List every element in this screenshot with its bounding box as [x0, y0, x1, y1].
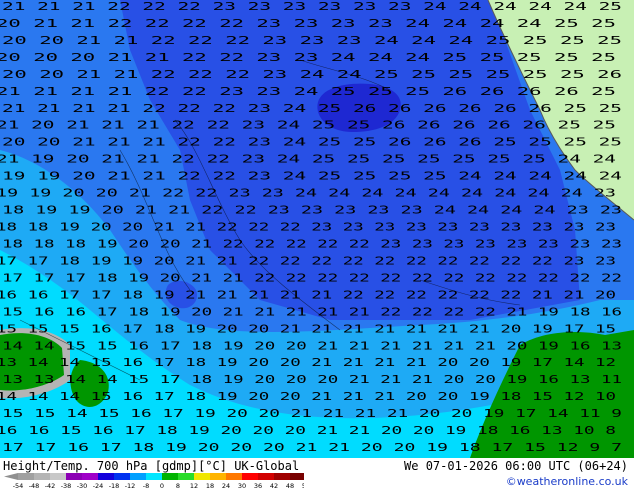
- color-scale-tick-label: 36: [254, 482, 262, 490]
- color-scale-swatch: [290, 473, 304, 480]
- isotherm-label-row: 15 15 14 15 16 17 19 20 20 21 21 21 21 2…: [2, 407, 622, 420]
- color-scale-tick-label: 12: [190, 482, 198, 490]
- weather-map: 21 21 21 22 22 22 23 23 23 23 23 23 24 2…: [0, 0, 634, 458]
- color-scale-swatch: [114, 473, 130, 480]
- color-scale-tick-label: -24: [93, 482, 104, 490]
- isotherm-label-row: 21 19 20 21 21 22 22 23 24 25 25 25 25 2…: [0, 153, 617, 166]
- valid-time: We 07-01-2026 06:00 UTC (06+24): [404, 459, 628, 473]
- color-scale-tick-label: 54: [302, 482, 304, 490]
- isotherm-label-row: 18 19 19 20 21 21 22 22 23 23 23 23 23 2…: [2, 204, 622, 217]
- isotherm-label-row: 15 15 15 16 17 18 19 20 20 21 21 21 21 2…: [0, 322, 616, 335]
- color-scale-swatch: [210, 473, 226, 480]
- color-scale: -54 -48 -42 -38 -30 -24 -18 -12 -8 0 8 12 18 24 30 36 42…: [4, 473, 304, 490]
- color-scale-tick-label: -42: [45, 482, 56, 490]
- color-scale-swatch: [178, 473, 194, 480]
- color-scale-tick-label: 24: [222, 482, 230, 490]
- color-scale-tick-label: -48: [29, 482, 40, 490]
- color-scale-swatch: [162, 473, 178, 480]
- isotherm-label-row: 16 16 15 16 17 18 19 20 20 20 21 21 20 2…: [0, 424, 616, 437]
- isotherm-label-row: 13 14 14 15 16 17 18 19 20 20 21 21 21 2…: [0, 356, 616, 369]
- isotherm-label-row: 21 20 21 21 21 22 22 23 24 25 25 26 26 2…: [0, 119, 616, 132]
- isotherm-label-row: 18 18 19 20 20 21 21 22 22 22 23 23 23 2…: [0, 221, 616, 234]
- color-scale-tick-label: 8: [176, 482, 180, 490]
- color-scale-ticks: -54 -48 -42 -38 -30 -24 -18 -12 -8 0 8 12 18 24 30 36 42…: [13, 482, 304, 490]
- isotherm-label-row: 13 13 14 14 15 17 18 19 20 20 20 21 21 2…: [2, 373, 622, 386]
- color-scale-swatch: [226, 473, 242, 480]
- isotherm-label-row: 20 20 21 21 22 22 22 23 24 24 25 25 25 2…: [2, 68, 622, 81]
- map-footer: Height/Temp. 700 hPa [gdmp][°C] UK-Globa…: [0, 458, 634, 490]
- color-scale-tick-label: -30: [77, 482, 88, 490]
- isotherm-label-row: 17 17 17 18 19 20 21 21 22 22 22 22 22 2…: [2, 271, 622, 284]
- isotherm-label-row: 20 21 21 22 22 22 22 23 23 23 23 24 24 2…: [0, 17, 616, 30]
- color-scale-swatch: [130, 473, 146, 480]
- color-scale-tick-label: 0: [160, 482, 164, 490]
- isotherm-label-row: 14 14 15 15 16 17 18 19 20 20 21 21 21 2…: [2, 339, 622, 352]
- color-scale-swatch: [82, 473, 98, 480]
- isotherm-label-row: 18 18 18 19 20 20 21 22 22 22 22 22 23 2…: [2, 237, 622, 250]
- isotherm-label-row: 17 17 18 19 19 20 21 21 22 22 22 22 22 2…: [0, 254, 616, 267]
- color-scale-swatch: [146, 473, 162, 480]
- color-scale-tick-label: -8: [143, 482, 149, 490]
- color-scale-swatch: [66, 473, 82, 480]
- isotherm-labels: 21 21 21 22 22 22 23 23 23 23 23 23 24 2…: [0, 0, 623, 454]
- color-scale-swatch: [18, 473, 34, 480]
- credit-link[interactable]: ©weatheronline.co.uk: [506, 475, 628, 488]
- color-scale-tick-label: -38: [61, 482, 72, 490]
- isotherm-label-row: 14 14 14 15 16 17 18 19 20 20 21 21 21 2…: [0, 390, 616, 403]
- isotherm-label-row: 21 21 21 21 22 22 23 23 24 25 25 25 26 2…: [0, 85, 616, 98]
- color-scale-tick-label: 42: [270, 482, 278, 490]
- color-scale-bars: [4, 473, 304, 480]
- isotherm-label-row: 17 17 16 17 18 19 20 20 20 21 21 20 20 1…: [2, 441, 622, 454]
- color-scale-tick-label: -12: [125, 482, 136, 490]
- isotherm-label-row: 20 20 21 21 21 22 22 23 24 25 25 26 26 2…: [2, 136, 622, 149]
- color-scale-tick-label: -54: [13, 482, 24, 490]
- color-scale-swatch: [50, 473, 66, 480]
- color-scale-tick-label: 30: [238, 482, 246, 490]
- isotherm-label-row: 21 21 21 21 22 22 22 23 24 25 26 26 26 2…: [2, 102, 622, 115]
- isotherm-label-row: 19 19 20 20 21 22 22 23 23 24 24 24 24 2…: [0, 187, 616, 200]
- color-scale-swatch: [242, 473, 258, 480]
- isotherm-label-row: 16 16 17 17 18 19 21 21 21 21 21 22 22 2…: [0, 288, 616, 301]
- color-scale-tick-label: 48: [286, 482, 294, 490]
- isotherm-label-row: 19 19 20 21 21 22 22 23 24 25 25 25 25 2…: [2, 170, 623, 183]
- color-scale-tick-label: 18: [206, 482, 214, 490]
- color-scale-swatch: [274, 473, 290, 480]
- isotherm-label-row: 15 16 16 17 18 19 20 21 21 21 21 21 22 2…: [2, 305, 622, 318]
- isotherm-label-row: 21 21 21 22 22 22 23 23 23 23 23 23 24 2…: [2, 0, 622, 13]
- color-scale-swatch: [34, 473, 50, 480]
- color-scale-swatch: [194, 473, 210, 480]
- color-scale-swatch: [98, 473, 114, 480]
- map-title: Height/Temp. 700 hPa [gdmp][°C] UK-Globa…: [3, 459, 300, 473]
- color-scale-low-arrow: [4, 473, 18, 480]
- isotherm-label-row: 20 20 21 21 22 22 22 23 23 23 24 24 24 2…: [2, 34, 622, 47]
- color-scale-tick-label: -18: [109, 482, 120, 490]
- isotherm-label-row: 20 20 20 21 21 22 22 23 23 24 24 24 25 2…: [0, 51, 616, 64]
- color-scale-swatch: [258, 473, 274, 480]
